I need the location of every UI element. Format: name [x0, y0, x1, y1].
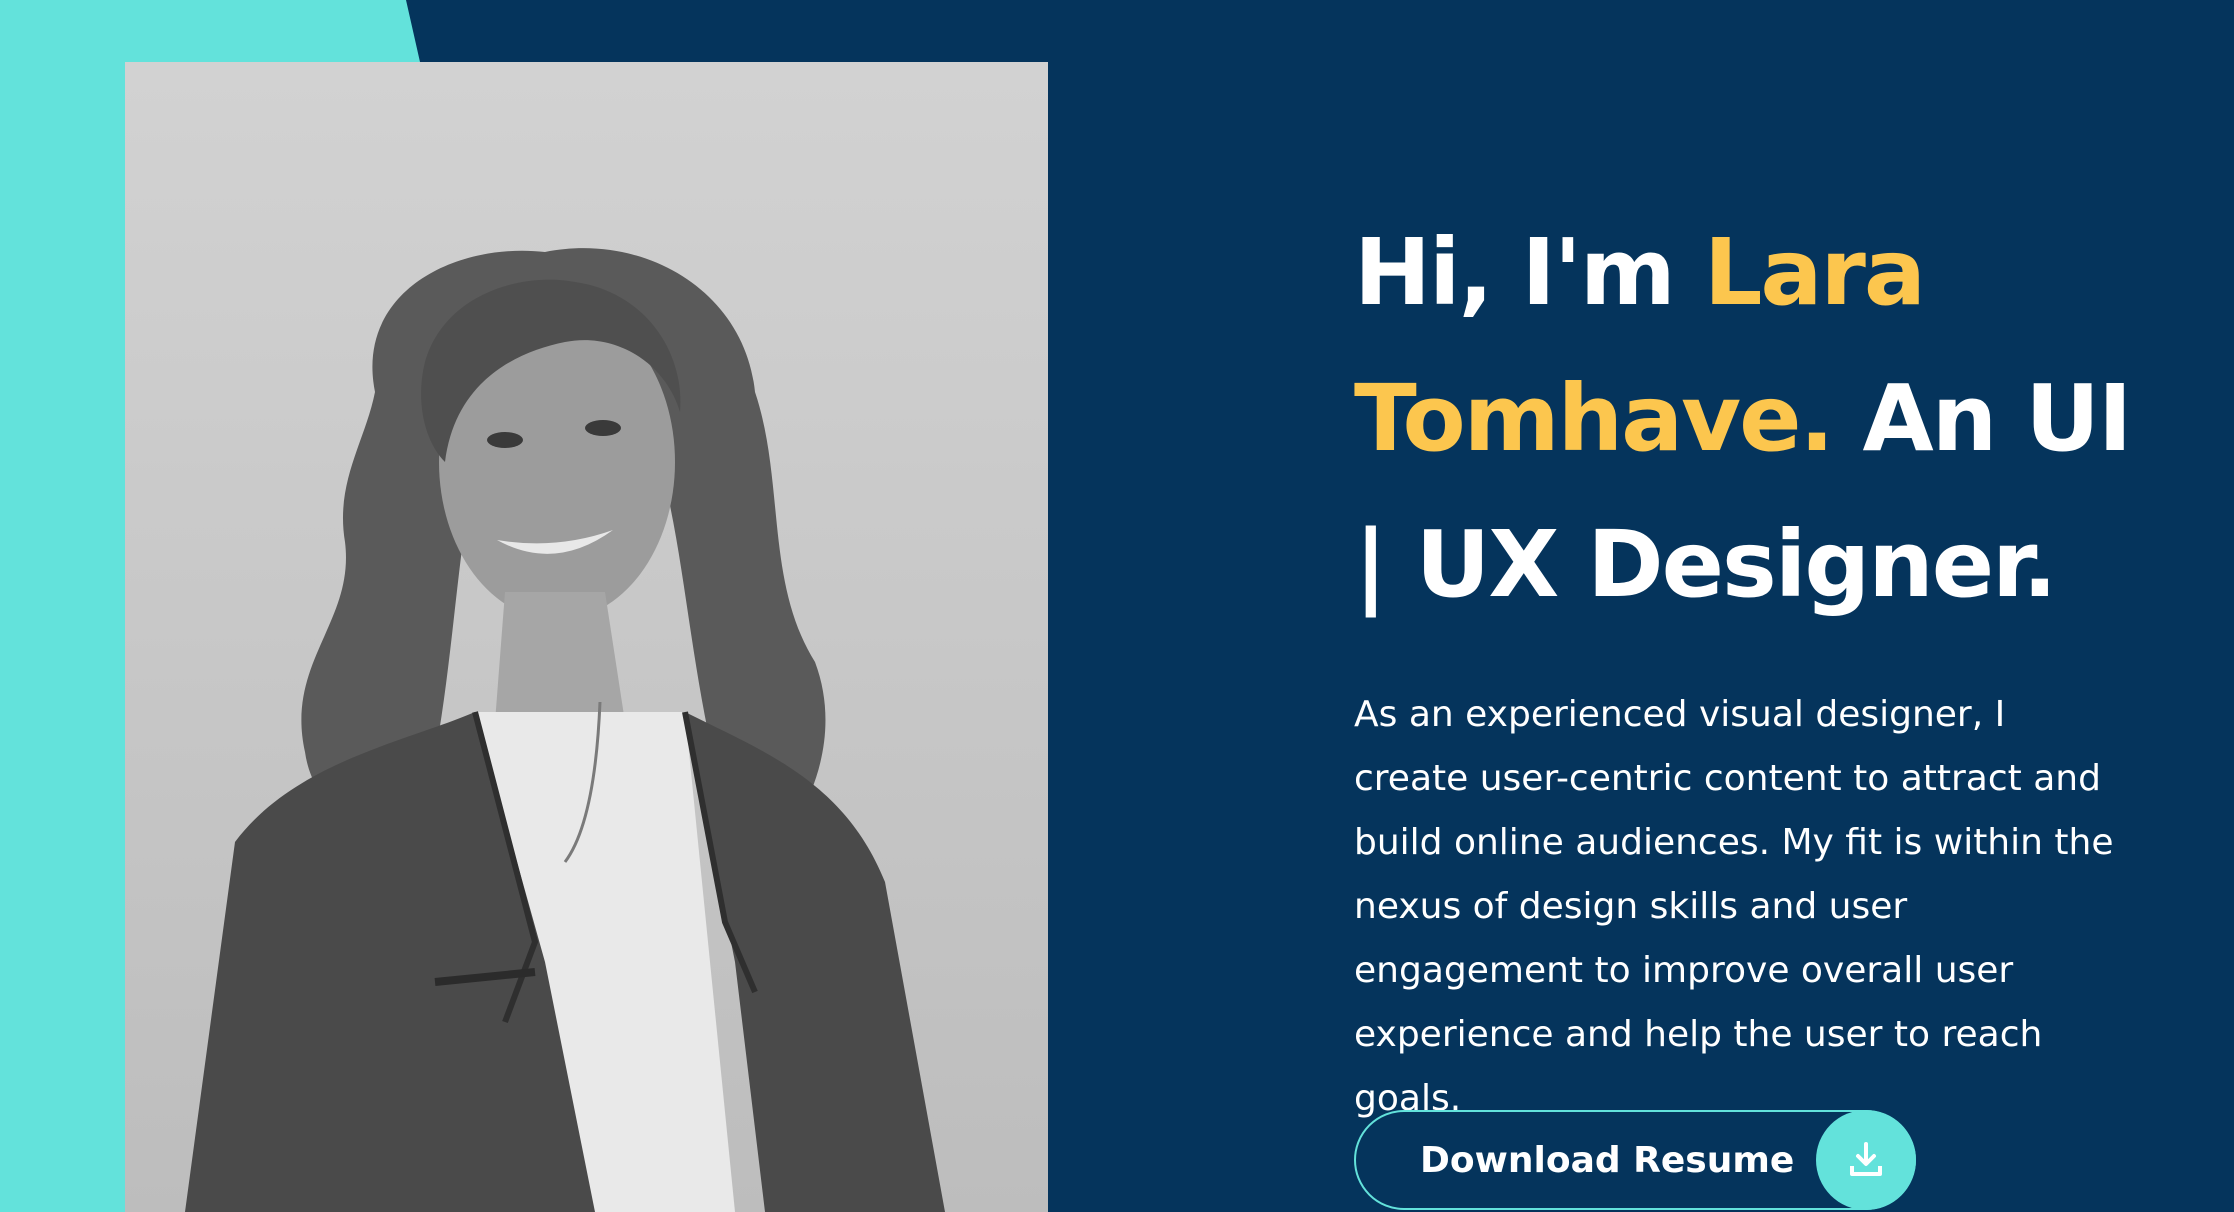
greeting-text: Hi, I'm: [1354, 219, 1704, 326]
download-resume-button[interactable]: Download Resume: [1354, 1110, 1916, 1210]
download-resume-label: Download Resume: [1420, 1139, 1795, 1181]
hero-title: Hi, I'm Lara Tomhave. An UI | UX Designe…: [1354, 200, 2154, 638]
intro-paragraph: As an experienced visual designer, I cre…: [1354, 694, 2114, 1119]
download-icon: [1816, 1110, 1916, 1210]
hero-section: Hi, I'm Lara Tomhave. An UI | UX Designe…: [1354, 200, 2154, 1131]
portrait-photo: [125, 62, 1048, 1212]
